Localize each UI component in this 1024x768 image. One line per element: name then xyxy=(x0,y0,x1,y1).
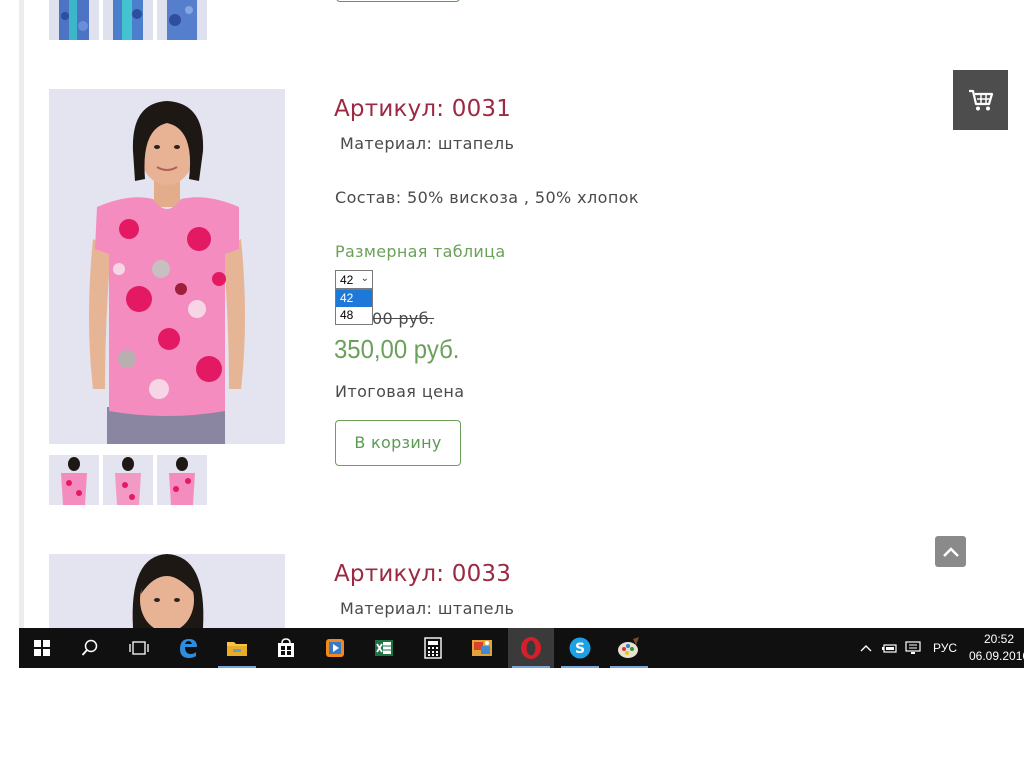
taskbar-app-excel[interactable] xyxy=(361,628,407,668)
taskbar-app-paint[interactable] xyxy=(606,628,652,668)
page-left-border xyxy=(19,0,24,628)
taskbar-app-skype[interactable]: S xyxy=(557,628,603,668)
opera-icon xyxy=(521,637,541,659)
windows-icon xyxy=(34,640,50,656)
product-thumbnail[interactable] xyxy=(49,455,99,505)
taskbar-app-opera[interactable] xyxy=(508,628,554,668)
tray-network[interactable] xyxy=(904,628,922,668)
clock-time: 20:52 xyxy=(983,632,1015,646)
prev-product-thumbnail[interactable] xyxy=(103,0,153,40)
product-thumbnail[interactable] xyxy=(103,455,153,505)
size-dropdown-list[interactable]: 42 48 xyxy=(335,289,373,325)
media-player-icon xyxy=(326,639,344,657)
store-icon xyxy=(278,638,294,657)
old-price: 00 руб. xyxy=(372,309,435,328)
product-photo[interactable] xyxy=(49,89,285,444)
folder-icon xyxy=(227,642,247,656)
task-view-button[interactable] xyxy=(116,628,162,668)
keyboard-language[interactable]: РУС xyxy=(933,628,957,668)
tray-show-hidden-icons[interactable] xyxy=(857,628,875,668)
size-option-42[interactable]: 42 xyxy=(336,290,372,307)
chevron-down-icon: ⌄ xyxy=(360,273,369,284)
tray-battery[interactable] xyxy=(881,628,899,668)
product-article-title: Артикул: 0031 xyxy=(334,96,512,122)
browser-viewport: Артикул: 0031 Материал: штапель Состав: … xyxy=(0,0,1024,668)
size-select[interactable]: 42 ⌄ xyxy=(335,270,373,289)
taskbar-app-media[interactable] xyxy=(312,628,358,668)
add-to-cart-button[interactable]: В корзину xyxy=(335,420,461,466)
product-article-title: Артикул: 0033 xyxy=(334,561,512,587)
prev-product-thumbnail[interactable] xyxy=(157,0,207,40)
taskbar-app-store[interactable] xyxy=(263,628,309,668)
product-material: Материал: штапель xyxy=(340,134,515,153)
size-option-48[interactable]: 48 xyxy=(336,307,372,324)
system-clock[interactable]: 20:52 06.09.2016 xyxy=(969,631,1024,665)
svg-text:S: S xyxy=(575,641,585,657)
paint-icon xyxy=(618,637,639,658)
clock-date: 06.09.2016 xyxy=(969,649,1024,663)
taskbar-app-edge[interactable] xyxy=(165,628,211,668)
prev-product-thumbnail[interactable] xyxy=(49,0,99,40)
chevron-up-icon xyxy=(860,645,872,652)
prev-cart-button-edge[interactable] xyxy=(336,0,460,2)
network-icon xyxy=(905,641,921,654)
floating-cart-button[interactable] xyxy=(953,70,1008,130)
taskbar-app-photos[interactable] xyxy=(459,628,505,668)
search-icon xyxy=(81,639,98,656)
excel-icon xyxy=(375,640,393,656)
size-select-value: 42 xyxy=(340,273,354,287)
current-price: 350,00 руб. xyxy=(334,334,460,364)
photos-icon xyxy=(472,640,492,656)
calculator-icon xyxy=(424,637,442,659)
product-thumbnail[interactable] xyxy=(157,455,207,505)
product-composition: Состав: 50% вискоза , 50% хлопок xyxy=(335,188,639,207)
start-button[interactable] xyxy=(19,628,65,668)
battery-icon xyxy=(882,644,897,653)
task-view-icon xyxy=(129,641,149,655)
cart-icon xyxy=(968,89,993,111)
taskbar-app-explorer[interactable] xyxy=(214,628,260,668)
product-material: Материал: штапель xyxy=(340,599,515,618)
edge-icon xyxy=(180,639,197,658)
chevron-up-icon xyxy=(942,546,959,557)
total-price-label: Итоговая цена xyxy=(335,382,465,401)
taskbar-app-calculator[interactable] xyxy=(410,628,456,668)
taskbar-search-button[interactable] xyxy=(67,628,113,668)
windows-taskbar: S РУС 20:52 06.09.2016 xyxy=(19,628,1024,668)
size-table-link[interactable]: Размерная таблица xyxy=(335,242,505,261)
skype-icon: S xyxy=(569,637,591,659)
scroll-to-top-button[interactable] xyxy=(935,536,966,567)
product-photo[interactable] xyxy=(49,554,285,628)
